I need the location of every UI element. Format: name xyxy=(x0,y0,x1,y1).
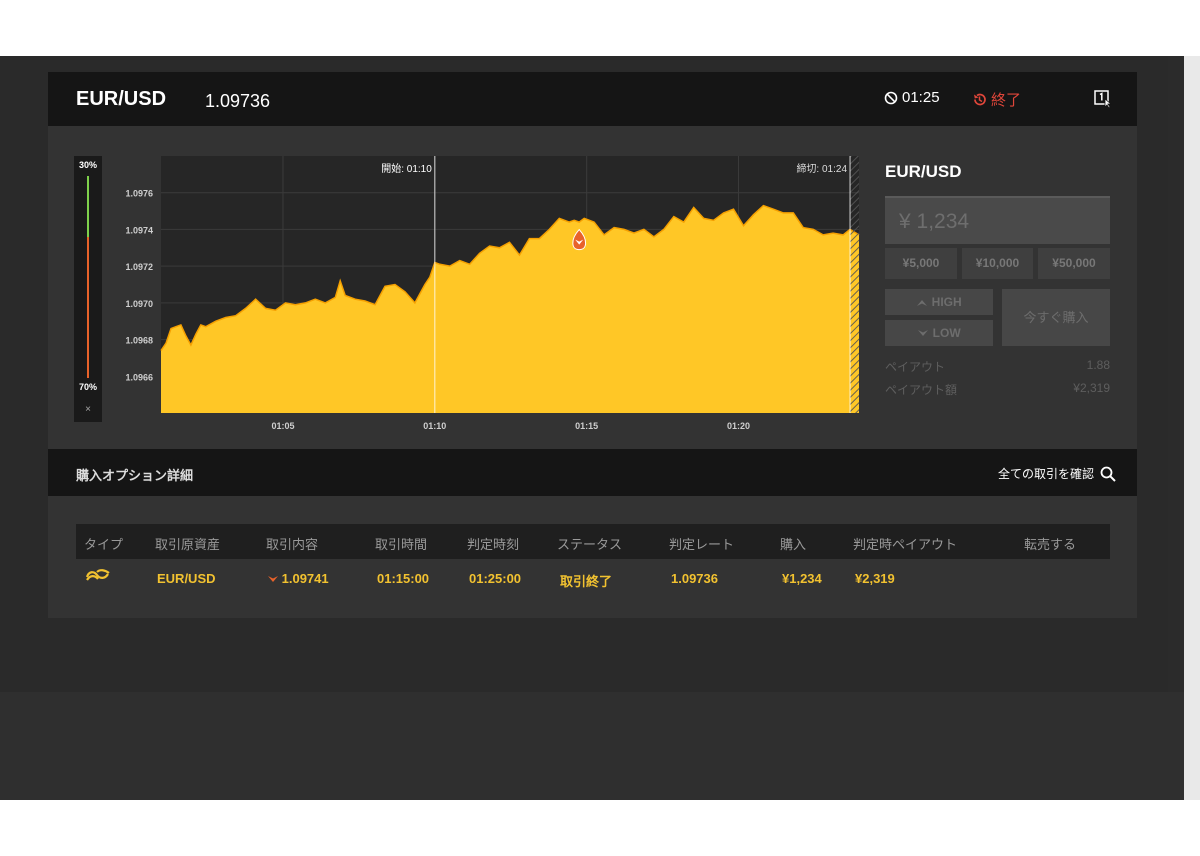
high-probability-fill xyxy=(87,176,89,237)
row-status: 取引終了 xyxy=(560,574,613,589)
x-tick-label: 01:15 xyxy=(575,421,598,431)
y-tick-label: 1.0968 xyxy=(125,336,153,346)
countdown-timer: 01:25 xyxy=(884,89,940,106)
col-payout: 判定時ペイアウト xyxy=(853,537,958,552)
preset-5000-button[interactable]: ¥5,000 xyxy=(885,248,957,279)
footer-area xyxy=(0,692,1184,800)
low-probability-fill xyxy=(87,236,89,378)
row-judge-rate: 1.09736 xyxy=(671,571,718,586)
row-content: 1.09741 xyxy=(268,571,329,586)
view-all-trades-link[interactable]: 全ての取引を確認 xyxy=(998,465,1116,482)
amount-value: ¥ 1,234 xyxy=(899,210,970,233)
payout-label: ペイアウト xyxy=(885,360,946,374)
low-arrow-icon xyxy=(918,330,929,336)
low-direction-icon xyxy=(268,576,278,582)
view-all-trades-text: 全ての取引を確認 xyxy=(998,467,1095,481)
payout-amount-label: ペイアウト額 xyxy=(885,383,958,397)
col-asset: 取引原資産 xyxy=(155,537,221,552)
col-judge-time: 判定時刻 xyxy=(467,537,520,552)
col-judge-rate: 判定レート xyxy=(669,537,735,552)
search-icon xyxy=(1100,466,1116,482)
col-resell: 転売する xyxy=(1024,537,1077,552)
timer-text: 01:25 xyxy=(902,89,940,106)
close-probability-button[interactable]: × xyxy=(74,404,102,415)
right-gutter xyxy=(1168,56,1184,692)
no-entry-icon xyxy=(884,91,898,104)
high-label: HIGH xyxy=(931,295,962,309)
col-purchase: 購入 xyxy=(780,537,807,552)
x-tick-label: 01:05 xyxy=(271,421,294,431)
trade-header: EUR/USD 1.09736 01:25 終了 xyxy=(48,72,1137,126)
row-content-rate: 1.09741 xyxy=(281,571,329,586)
options-table-header: タイプ 取引原資産 取引内容 取引時間 判定時刻 ステータス 判定レート 購入 … xyxy=(76,524,1110,559)
row-judge-time: 01:25:00 xyxy=(469,571,522,586)
y-tick-label: 1.0974 xyxy=(125,225,153,235)
low-label: LOW xyxy=(932,326,961,340)
history-icon xyxy=(974,93,986,106)
low-probability: 70% xyxy=(78,382,97,392)
y-tick-label: 1.0972 xyxy=(125,262,153,272)
x-tick-label: 01:10 xyxy=(423,421,446,431)
col-trade-time: 取引時間 xyxy=(375,537,428,552)
start-label: 開始: 01:10 xyxy=(381,162,432,175)
row-payout: ¥2,319 xyxy=(855,571,895,586)
options-title: 購入オプション詳細 xyxy=(76,468,194,483)
options-header: 購入オプション詳細 全ての取引を確認 xyxy=(48,449,1137,496)
col-content: 取引内容 xyxy=(266,537,319,552)
expiry-status-text: 終了 xyxy=(991,92,1022,109)
probability-bar: 30% 70% × xyxy=(74,156,102,422)
payout-value: 1.88 xyxy=(1086,358,1110,372)
y-tick-label: 1.0976 xyxy=(125,189,153,199)
y-tick-label: 1.0970 xyxy=(125,299,153,309)
asset-pair: EUR/USD xyxy=(76,88,167,110)
expiry-status: 終了 xyxy=(972,89,1021,110)
row-trade-time: 01:15:00 xyxy=(377,571,430,586)
exchange-type-icon xyxy=(85,569,110,581)
amount-input[interactable]: ¥ 1,234 xyxy=(885,196,1110,244)
high-probability: 30% xyxy=(78,160,97,170)
payout-amount-value: ¥2,319 xyxy=(1073,381,1110,395)
scroll-area xyxy=(1184,56,1200,800)
one-click-icon[interactable] xyxy=(1094,90,1112,108)
col-type: タイプ xyxy=(84,537,124,552)
low-button[interactable]: LOW xyxy=(885,320,993,346)
expiry-hatch xyxy=(850,156,859,413)
row-purchase: ¥1,234 xyxy=(782,571,822,586)
end-label: 締切: 01:24 xyxy=(796,162,847,175)
price-chart: 開始: 01:10 締切: 01:24 1.0976 1.0974 1.0972 1.0… xyxy=(125,156,860,431)
trade-panel: EUR/USD 1.09736 01:25 終了 30% 70% × 開始: 0… xyxy=(48,72,1137,618)
x-tick-label: 01:20 xyxy=(727,421,750,431)
current-rate: 1.09736 xyxy=(205,91,271,111)
buy-now-button[interactable]: 今すぐ購入 xyxy=(1002,289,1110,346)
high-button[interactable]: HIGH xyxy=(885,289,993,315)
preset-10000-button[interactable]: ¥10,000 xyxy=(962,248,1033,279)
y-tick-label: 1.0966 xyxy=(125,372,153,382)
high-arrow-icon xyxy=(917,300,928,306)
preset-50000-button[interactable]: ¥50,000 xyxy=(1038,248,1110,279)
side-asset-title: EUR/USD xyxy=(885,162,962,181)
row-asset: EUR/USD xyxy=(157,571,216,586)
col-status: ステータス xyxy=(557,537,623,552)
